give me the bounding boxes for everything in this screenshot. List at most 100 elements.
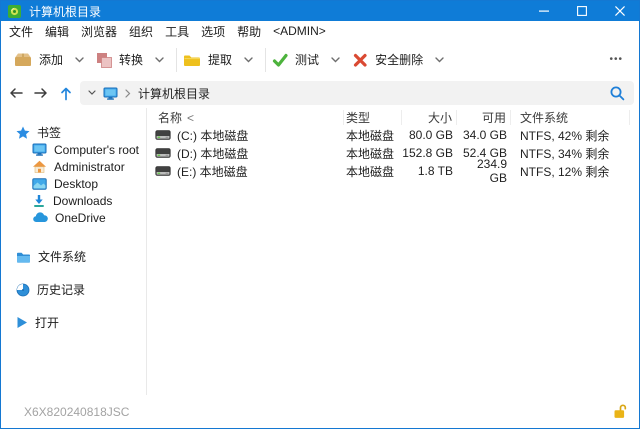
minimize-button[interactable] — [525, 1, 563, 21]
lock-button[interactable] — [613, 404, 627, 419]
file-list: 名称 < 类型 大小 可用 文件系统 (C:) 本地磁盘 本地磁盘 80.0 G… — [147, 108, 639, 395]
secure-delete-button[interactable]: 安全删除 — [349, 46, 426, 74]
cloud-icon — [32, 212, 48, 223]
extract-dropdown[interactable] — [235, 46, 262, 74]
back-button[interactable] — [3, 80, 28, 106]
convert-squares-icon — [96, 52, 112, 68]
drive-size: 152.8 GB — [402, 146, 457, 160]
toolbar-overflow-button[interactable]: ••• — [609, 54, 623, 65]
star-icon — [16, 126, 30, 139]
column-label: 名称 — [158, 109, 182, 126]
add-dropdown[interactable] — [66, 46, 93, 74]
sidebar-item-desktop[interactable]: Desktop — [1, 175, 146, 192]
sidebar-item-bookmarks[interactable]: 书签 — [1, 124, 146, 141]
sidebar-item-label: Desktop — [54, 177, 98, 191]
column-label: 大小 — [428, 109, 452, 126]
secure-delete-button-label: 安全删除 — [375, 51, 423, 68]
menu-tools[interactable]: 工具 — [159, 23, 195, 40]
chevron-down-icon — [331, 57, 340, 63]
breadcrumb-expand-button[interactable] — [88, 90, 96, 96]
sidebar-item-label: 书签 — [37, 124, 61, 141]
test-button-label: 测试 — [295, 51, 319, 68]
menu-organize[interactable]: 组织 — [123, 23, 159, 40]
column-header-size[interactable]: 大小 — [402, 110, 457, 125]
test-button[interactable]: 测试 — [269, 46, 322, 74]
toolbar-separator — [265, 48, 266, 72]
chevron-down-icon — [155, 57, 164, 63]
titlebar[interactable]: 计算机根目录 — [1, 1, 639, 21]
sidebar-item-computers-root[interactable]: Computer's root — [1, 141, 146, 158]
column-header-name[interactable]: 名称 < — [147, 110, 344, 125]
table-row-drive-e[interactable]: (E:) 本地磁盘 本地磁盘 1.8 TB 234.9 GB NTFS, 12%… — [147, 162, 639, 180]
hard-drive-icon — [155, 129, 171, 141]
window-title: 计算机根目录 — [29, 3, 101, 20]
forward-button[interactable] — [28, 80, 53, 106]
hard-drive-icon — [155, 165, 171, 177]
hard-drive-icon — [155, 147, 171, 159]
chevron-down-icon — [244, 57, 253, 63]
menu-file[interactable]: 文件 — [3, 23, 39, 40]
sidebar-item-label: 文件系统 — [38, 248, 86, 265]
column-label: 类型 — [346, 109, 370, 126]
search-button[interactable] — [609, 85, 626, 102]
toolbar-separator — [176, 48, 177, 72]
column-label: 文件系统 — [520, 109, 568, 126]
open-padlock-icon — [613, 404, 627, 419]
sidebar: 书签 Computer's root Administrator Desktop — [1, 108, 147, 395]
window-controls — [525, 1, 639, 21]
drive-type: 本地磁盘 — [344, 163, 402, 180]
sidebar-item-onedrive[interactable]: OneDrive — [1, 209, 146, 226]
table-row-drive-d[interactable]: (D:) 本地磁盘 本地磁盘 152.8 GB 52.4 GB NTFS, 34… — [147, 144, 639, 162]
extract-button[interactable]: 提取 — [180, 46, 235, 74]
test-dropdown[interactable] — [322, 46, 349, 74]
extract-button-label: 提取 — [208, 51, 232, 68]
up-button[interactable] — [53, 80, 78, 106]
menu-browser[interactable]: 浏览器 — [75, 23, 123, 40]
arrow-right-icon — [33, 86, 49, 100]
sort-indicator: < — [187, 111, 194, 125]
sidebar-item-label: Downloads — [53, 194, 112, 208]
computer-icon[interactable] — [103, 87, 118, 100]
drive-free: 234.9 GB — [457, 157, 511, 185]
sidebar-item-filesystem[interactable]: 文件系统 — [1, 248, 146, 265]
add-button[interactable]: 添加 — [11, 46, 66, 74]
breadcrumb-path[interactable]: 计算机根目录 — [138, 85, 210, 102]
drive-size: 1.8 TB — [402, 164, 457, 178]
toolbar: 添加 转换 提取 测试 — [1, 41, 639, 78]
breadcrumb[interactable]: 计算机根目录 — [80, 81, 634, 105]
sidebar-item-open[interactable]: 打开 — [1, 314, 146, 331]
sidebar-item-downloads[interactable]: Downloads — [1, 192, 146, 209]
sidebar-item-administrator[interactable]: Administrator — [1, 158, 146, 175]
menubar: 文件 编辑 浏览器 组织 工具 选项 帮助 <ADMIN> — [1, 21, 639, 41]
close-button[interactable] — [601, 1, 639, 21]
column-header-type[interactable]: 类型 — [344, 110, 402, 125]
menu-help[interactable]: 帮助 — [231, 23, 267, 40]
history-clock-icon — [16, 283, 30, 297]
arrow-up-icon — [59, 86, 73, 101]
maximize-button[interactable] — [563, 1, 601, 21]
table-row-drive-c[interactable]: (C:) 本地磁盘 本地磁盘 80.0 GB 34.0 GB NTFS, 42%… — [147, 126, 639, 144]
menu-edit[interactable]: 编辑 — [39, 23, 75, 40]
menu-admin[interactable]: <ADMIN> — [267, 24, 332, 38]
menu-options[interactable]: 选项 — [195, 23, 231, 40]
download-icon — [32, 194, 46, 208]
close-icon — [615, 6, 625, 16]
drive-free: 34.0 GB — [457, 128, 511, 142]
sidebar-item-label: 打开 — [35, 314, 59, 331]
drive-name: (E:) 本地磁盘 — [177, 163, 248, 180]
desktop-icon — [32, 178, 47, 190]
drive-type: 本地磁盘 — [344, 145, 402, 162]
home-icon — [32, 160, 47, 173]
secure-delete-dropdown[interactable] — [426, 46, 453, 74]
archive-box-icon — [14, 52, 32, 67]
convert-dropdown[interactable] — [146, 46, 173, 74]
navbar: 计算机根目录 — [1, 78, 639, 108]
chevron-down-icon — [88, 90, 96, 96]
drive-type: 本地磁盘 — [344, 127, 402, 144]
column-header-filesystem[interactable]: 文件系统 — [511, 110, 630, 125]
drive-size: 80.0 GB — [402, 128, 457, 142]
column-header-free[interactable]: 可用 — [457, 110, 511, 125]
sidebar-item-history[interactable]: 历史记录 — [1, 281, 146, 298]
convert-button[interactable]: 转换 — [93, 46, 146, 74]
convert-button-label: 转换 — [119, 51, 143, 68]
